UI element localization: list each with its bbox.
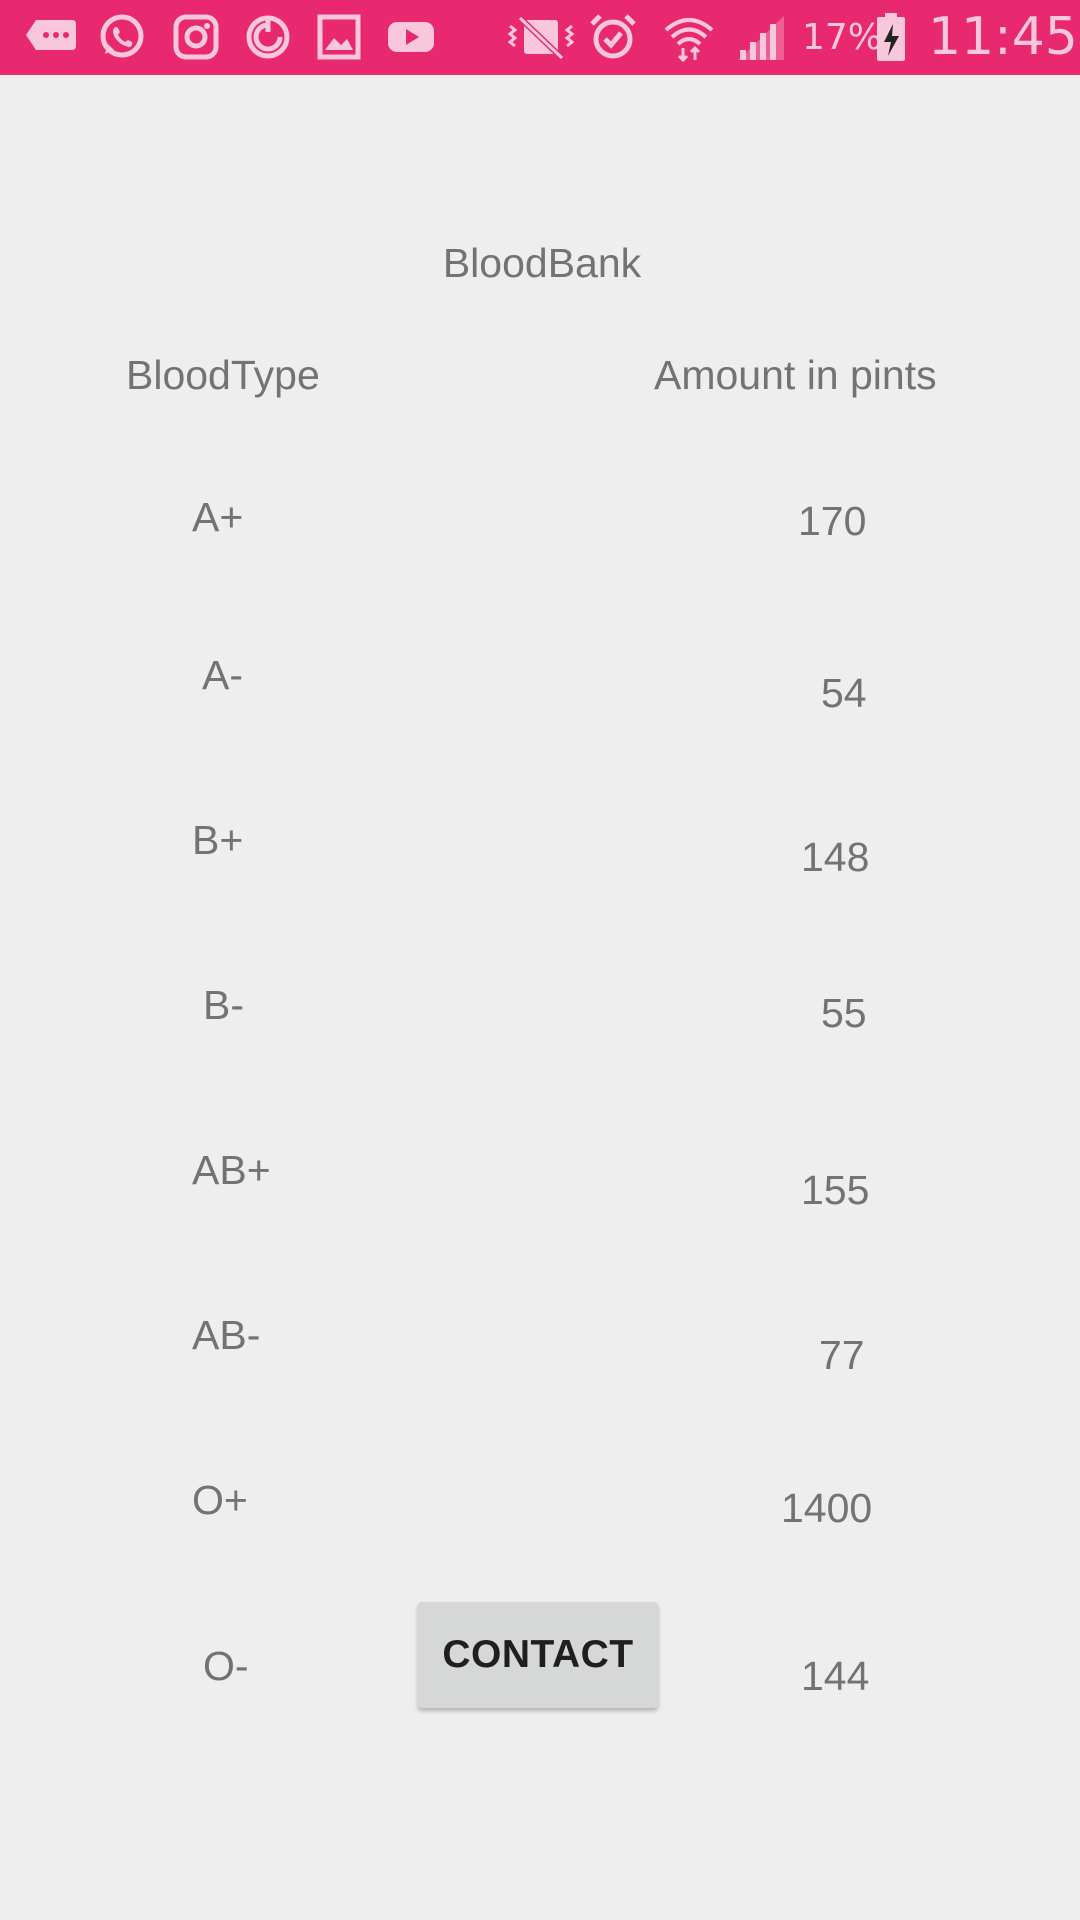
youtube-icon <box>386 12 436 62</box>
amount-cell: 155 <box>801 1167 870 1213</box>
app-title: BloodBank <box>442 240 642 286</box>
battery-charging-icon <box>874 12 908 62</box>
battery-percent: 17% <box>802 17 883 58</box>
amount-cell: 77 <box>819 1332 865 1378</box>
blood-type-cell: O+ <box>192 1477 248 1523</box>
vibrate-icon <box>506 12 576 62</box>
signal-icon <box>736 12 786 62</box>
amount-cell: 54 <box>821 670 867 716</box>
amount-cell: 1400 <box>781 1485 873 1531</box>
blood-type-cell: B+ <box>192 817 244 863</box>
status-bar: 17% 11:45 <box>0 0 1080 75</box>
blood-type-cell: A+ <box>192 494 244 540</box>
amount-cell: 170 <box>798 498 867 544</box>
clock: 11:45 <box>928 7 1078 67</box>
gallery-icon <box>316 12 362 62</box>
blood-type-cell: AB+ <box>192 1147 271 1193</box>
instagram-icon <box>171 12 221 62</box>
header-blood-type: BloodType <box>126 352 320 398</box>
blood-type-cell: A- <box>202 652 243 698</box>
amount-cell: 148 <box>801 834 870 880</box>
contact-button[interactable]: CONTACT <box>418 1602 658 1708</box>
blood-type-cell: O- <box>203 1643 249 1689</box>
sync-icon <box>243 12 293 62</box>
amount-cell: 55 <box>821 990 867 1036</box>
whatsapp-icon <box>96 12 148 62</box>
wifi-icon <box>662 12 716 62</box>
alarm-icon <box>588 12 638 62</box>
header-amount: Amount in pints <box>654 352 937 398</box>
blood-type-cell: B- <box>203 982 244 1028</box>
messages-icon <box>24 12 80 62</box>
blood-type-cell: AB- <box>192 1312 261 1358</box>
amount-cell: 144 <box>801 1653 870 1699</box>
